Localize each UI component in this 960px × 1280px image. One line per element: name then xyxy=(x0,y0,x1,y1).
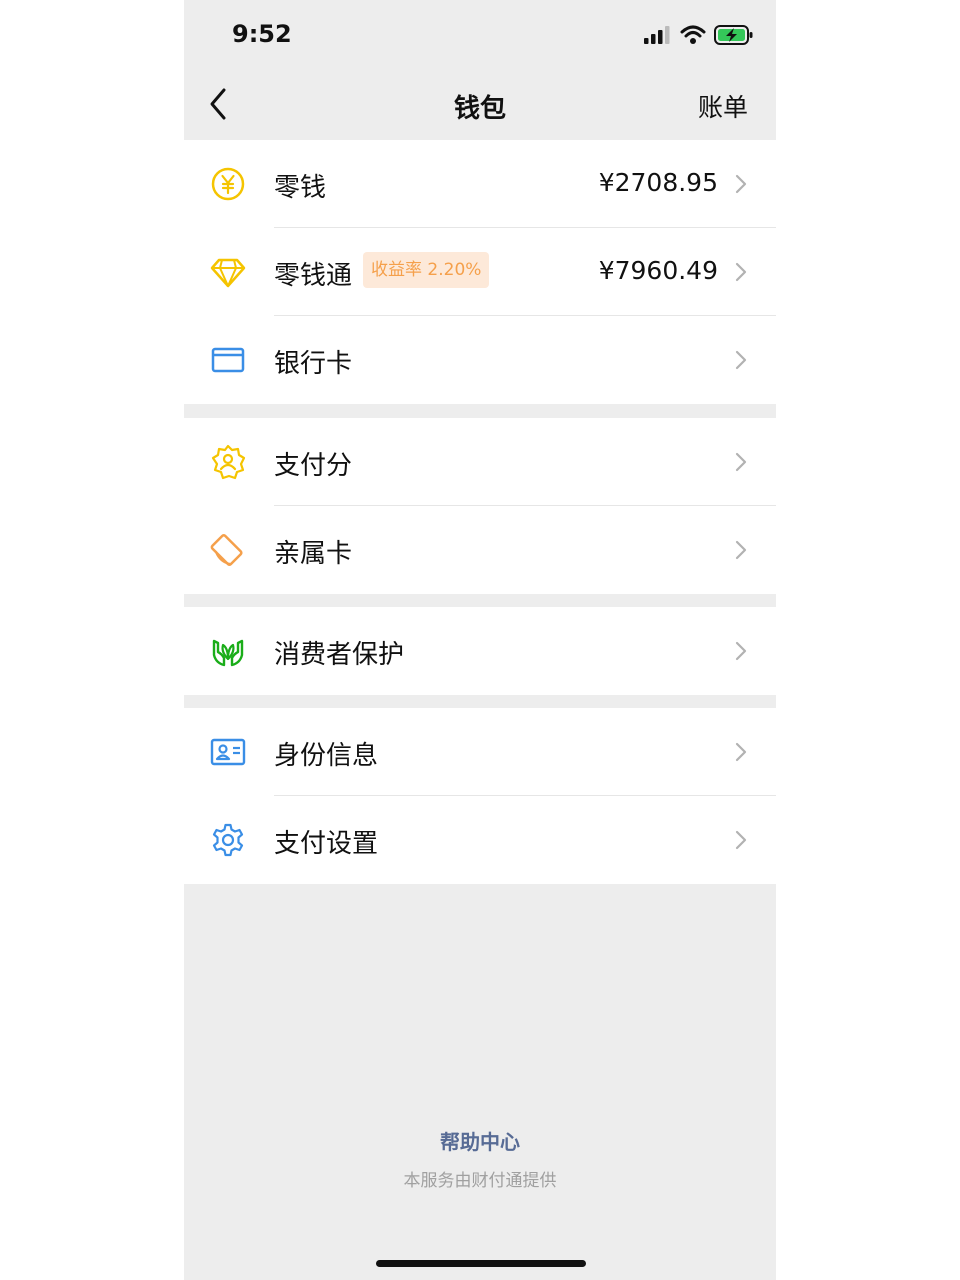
list-item-family-card[interactable]: 亲属卡 xyxy=(184,506,776,594)
list-item-bank-card[interactable]: 银行卡 xyxy=(184,316,776,404)
status-icons xyxy=(644,24,754,46)
chevron-right-icon xyxy=(735,641,747,661)
list-item-change-pass[interactable]: 零钱通 收益率 2.20% ¥7960.49 xyxy=(184,228,776,316)
list-item-consumer-protection[interactable]: 消费者保护 xyxy=(184,607,776,695)
list-item-pay-settings[interactable]: 支付设置 xyxy=(184,796,776,884)
list-item-label: 支付设置 xyxy=(274,829,379,859)
status-bar: 9:52 xyxy=(184,0,776,70)
service-provider-note: 本服务由财付通提供 xyxy=(403,1171,557,1191)
list-item-pay-score[interactable]: 支付分 xyxy=(184,418,776,506)
bank-card-icon xyxy=(211,347,245,373)
chevron-right-icon xyxy=(735,174,747,194)
list-item-identity[interactable]: 身份信息 xyxy=(184,708,776,796)
chevron-right-icon xyxy=(735,540,747,560)
page-title: 钱包 xyxy=(453,94,506,124)
list-item-label: 亲属卡 xyxy=(274,539,353,569)
chevron-right-icon xyxy=(735,350,747,370)
list-item-label: 银行卡 xyxy=(274,349,353,379)
nav-bar: 钱包 账单 xyxy=(184,70,776,140)
home-indicator[interactable] xyxy=(376,1260,586,1267)
consumer-protection-icon xyxy=(212,639,244,667)
diamond-icon xyxy=(210,258,246,288)
status-time: 9:52 xyxy=(232,20,292,48)
chevron-right-icon xyxy=(735,452,747,472)
family-card-icon xyxy=(210,534,243,566)
change-pass-amount: ¥7960.49 xyxy=(598,256,718,285)
signal-icon xyxy=(644,26,670,44)
settings-group: 身份信息 支付设置 xyxy=(184,708,776,884)
help-center-link[interactable]: 帮助中心 xyxy=(184,1126,776,1155)
list-item-label: 支付分 xyxy=(274,451,353,481)
wifi-icon xyxy=(680,25,706,44)
yield-rate-badge: 收益率 2.20% xyxy=(363,252,490,288)
list-item-label: 零钱 xyxy=(274,173,327,203)
gear-icon xyxy=(212,823,244,857)
list-item-label: 身份信息 xyxy=(274,741,379,771)
change-amount: ¥2708.95 xyxy=(598,168,718,197)
chevron-right-icon xyxy=(735,742,747,762)
chevron-right-icon xyxy=(735,262,747,282)
protection-group: 消费者保护 xyxy=(184,607,776,695)
balance-group: 零钱 ¥2708.95 零钱通 收益率 2.20% ¥7960.49 银行卡 xyxy=(184,140,776,404)
yuan-coin-icon xyxy=(211,167,245,201)
bill-button[interactable]: 账单 xyxy=(698,88,748,124)
chevron-right-icon xyxy=(735,830,747,850)
id-card-icon xyxy=(210,738,246,766)
list-item-label: 消费者保护 xyxy=(274,640,405,670)
list-item-change[interactable]: 零钱 ¥2708.95 xyxy=(184,140,776,228)
wallet-screen: 9:52 钱包 账单 零钱 ¥2708.95 零钱通 收益率 2.20% ¥79… xyxy=(184,0,776,1280)
pay-score-icon xyxy=(211,444,246,480)
services-group: 支付分 亲属卡 xyxy=(184,418,776,594)
list-item-label: 零钱通 xyxy=(274,261,353,291)
battery-charging-icon xyxy=(714,25,753,45)
